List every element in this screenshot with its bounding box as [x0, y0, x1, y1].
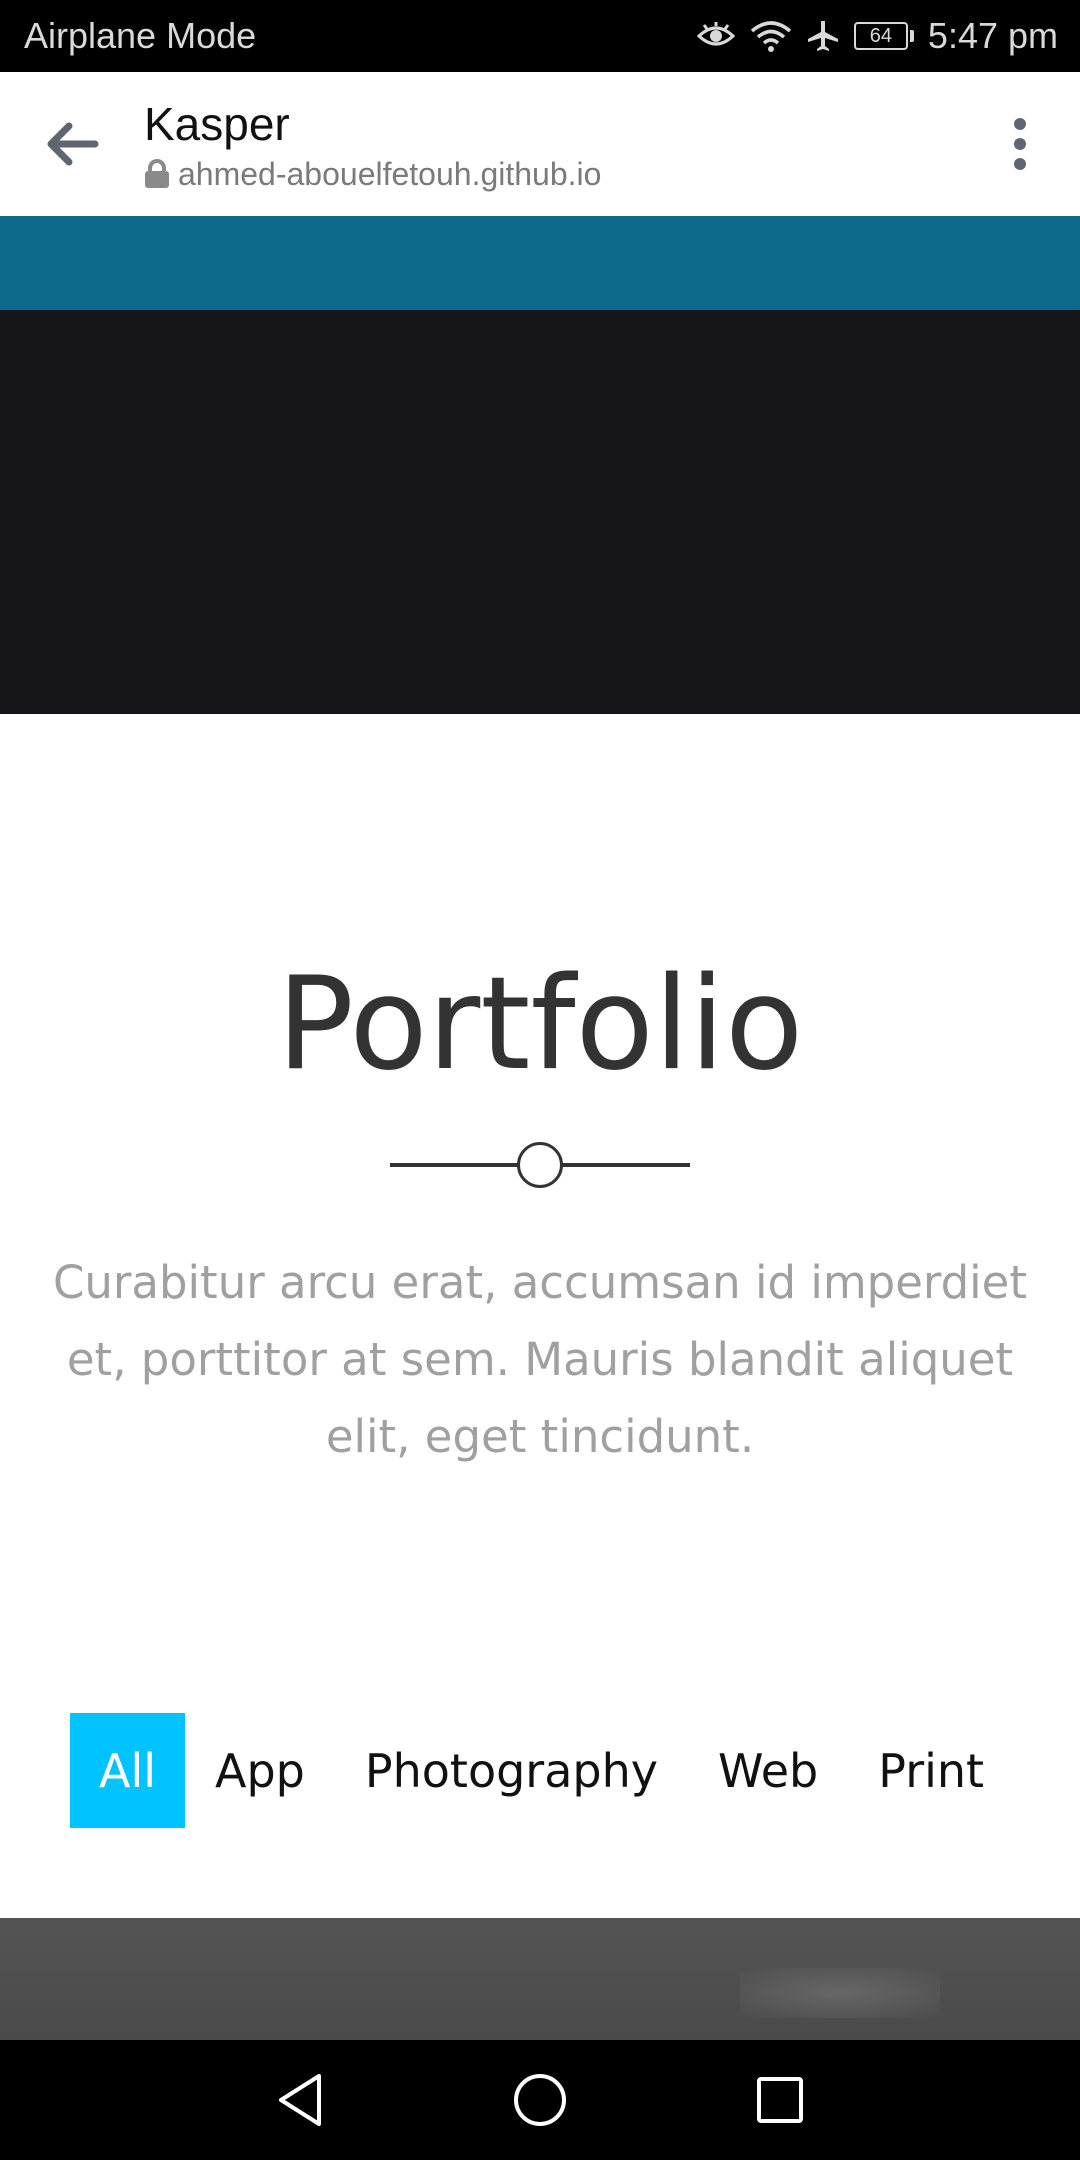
status-bar: Airplane Mode 64 5:47 pm — [0, 0, 1080, 72]
portfolio-description: Curabitur arcu erat, accumsan id imperdi… — [52, 1256, 1028, 1463]
portfolio-image[interactable] — [0, 1918, 1080, 2040]
back-triangle-icon — [279, 2074, 321, 2126]
nav-back-button[interactable] — [255, 2055, 345, 2145]
title-block[interactable]: Kasper ahmed-abouelfetouh.github.io — [144, 96, 960, 193]
nav-recents-button[interactable] — [735, 2055, 825, 2145]
eye-icon — [696, 20, 736, 52]
system-nav-bar — [0, 2040, 1080, 2160]
back-button[interactable] — [0, 72, 144, 216]
more-options-button[interactable] — [960, 72, 1080, 216]
battery-level: 64 — [853, 22, 908, 50]
filter-photography[interactable]: Photography — [335, 1713, 688, 1828]
url-text: ahmed-abouelfetouh.github.io — [178, 155, 602, 192]
site-navbar — [0, 216, 1080, 310]
browser-toolbar: Kasper ahmed-abouelfetouh.github.io — [0, 72, 1080, 216]
airplane-mode-label: Airplane Mode — [24, 15, 257, 56]
more-vert-icon — [1014, 118, 1026, 170]
home-circle-icon — [514, 2074, 566, 2126]
filter-web[interactable]: Web — [688, 1713, 848, 1828]
portfolio-filters: All App Photography Web Print — [70, 1713, 1014, 1828]
page-title: Kasper — [144, 97, 290, 150]
status-icons: 64 5:47 pm — [696, 15, 1058, 57]
portfolio-heading: Portfolio — [276, 950, 804, 1099]
recents-square-icon — [757, 2077, 803, 2123]
wifi-icon — [750, 19, 792, 53]
airplane-icon — [806, 19, 840, 53]
lock-icon — [145, 159, 169, 188]
filter-all[interactable]: All — [70, 1713, 185, 1828]
status-time: 5:47 pm — [927, 15, 1058, 56]
divider-circle-icon — [517, 1142, 563, 1188]
filter-app[interactable]: App — [185, 1713, 335, 1828]
heading-divider — [390, 1142, 690, 1188]
filter-print[interactable]: Print — [848, 1713, 1014, 1828]
hero-section — [0, 310, 1080, 714]
url-row: ahmed-abouelfetouh.github.io — [144, 156, 960, 193]
nav-home-button[interactable] — [495, 2055, 585, 2145]
battery-icon: 64 — [853, 22, 914, 50]
back-arrow-icon — [47, 122, 99, 166]
